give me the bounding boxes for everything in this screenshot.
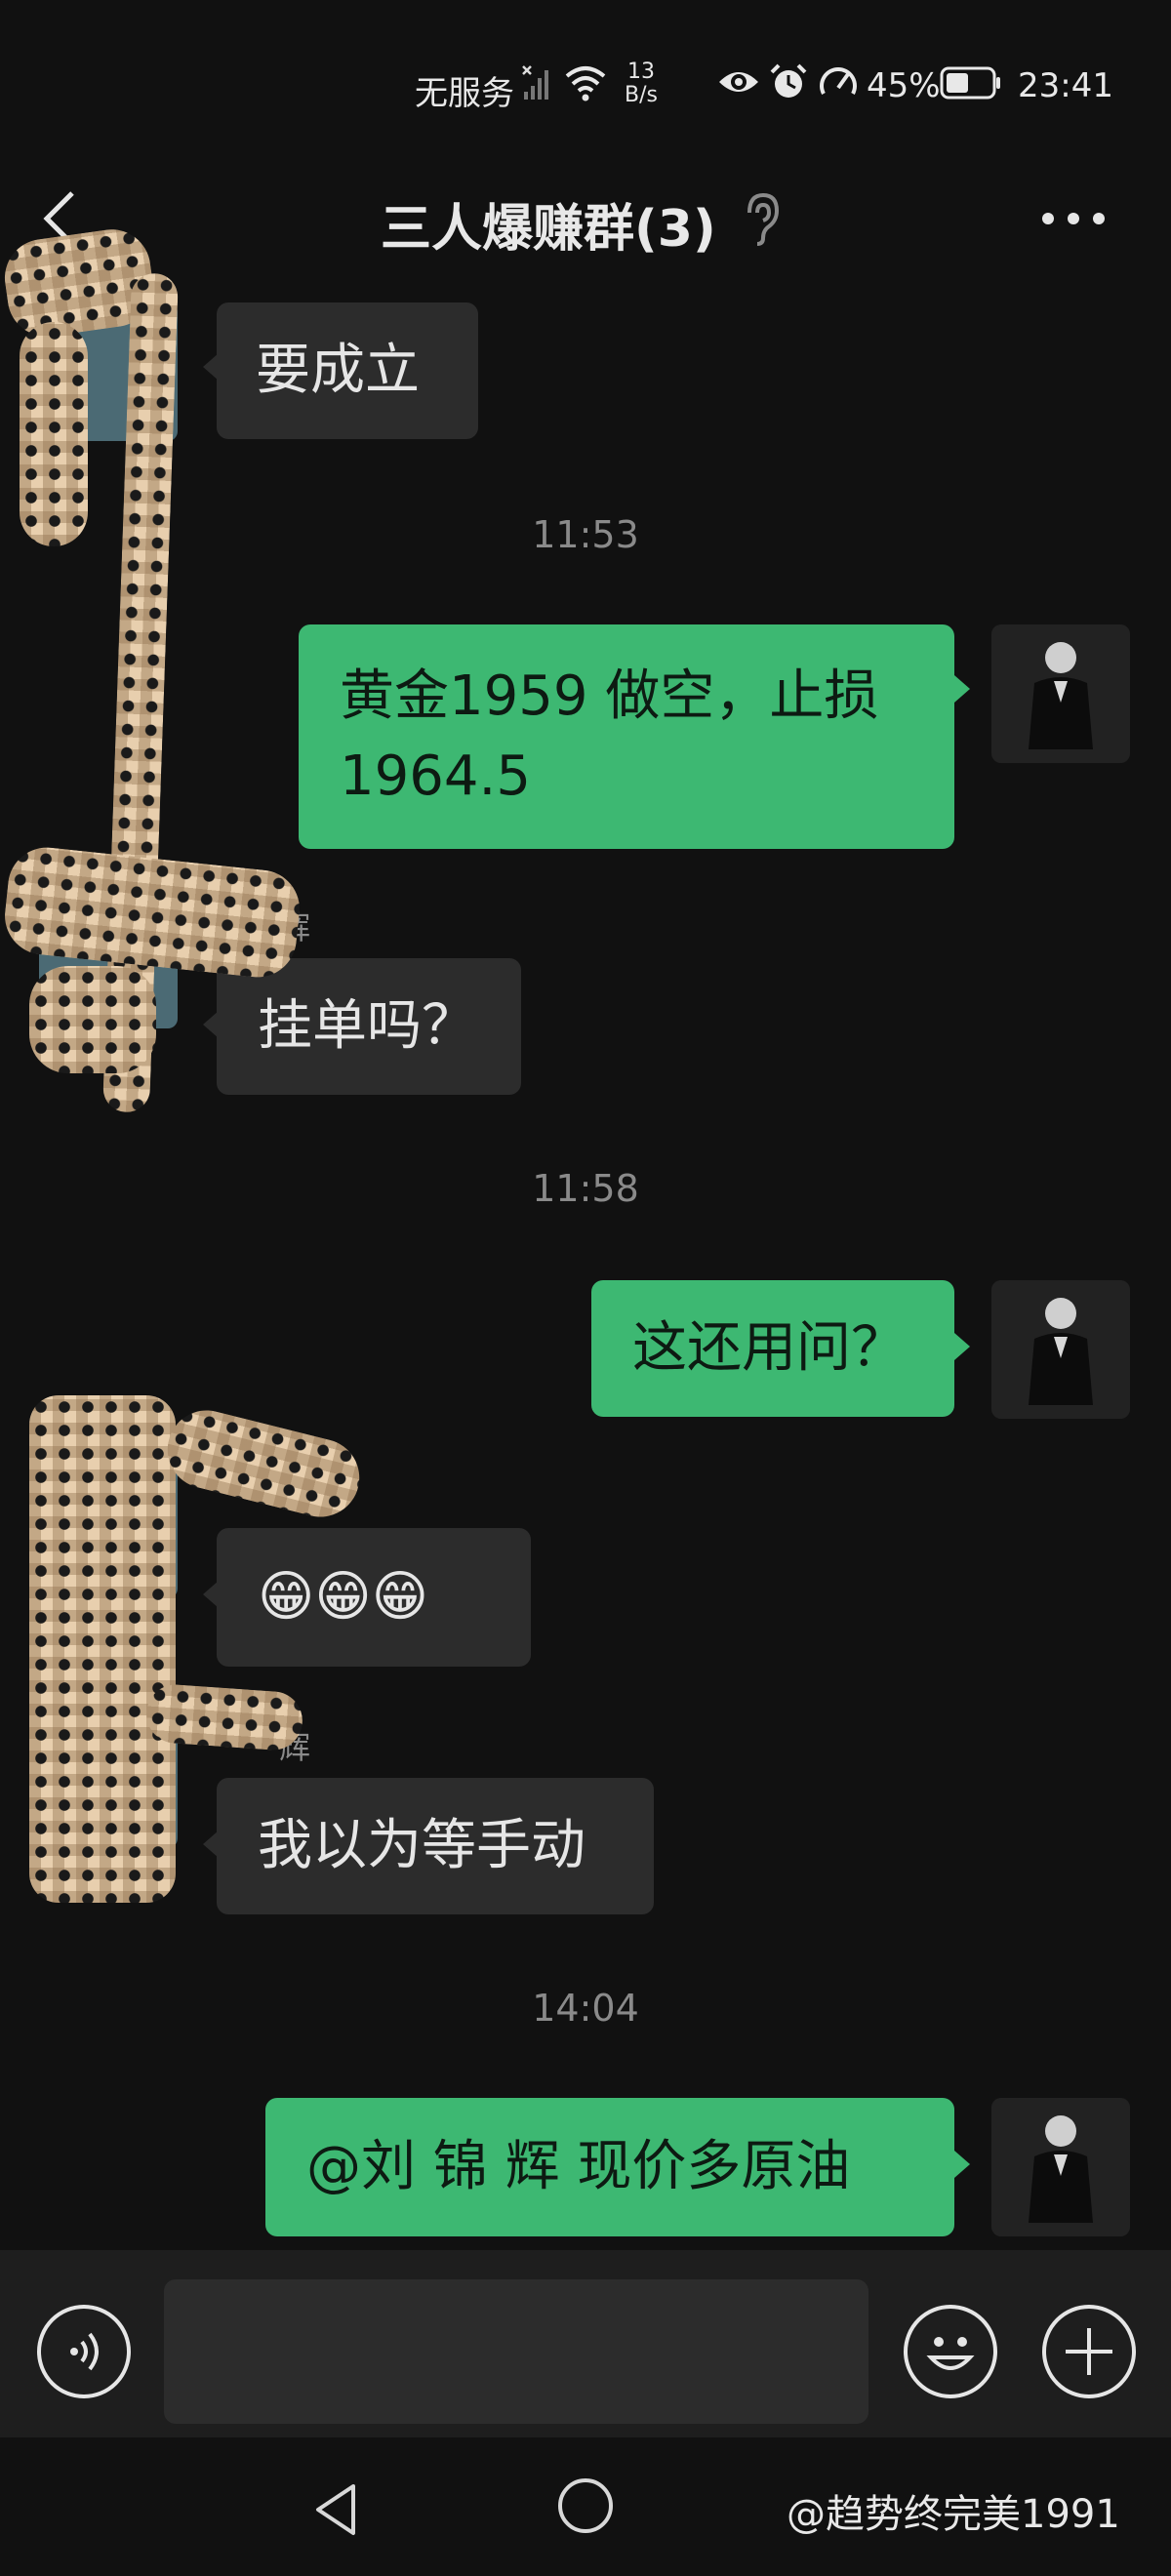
outgoing-message[interactable]: 黄金1959 做空，止损 1964.5 [299,624,954,849]
bubble-tail [954,1333,970,1360]
plus-icon [1066,2328,1112,2375]
status-bar: 无服务 13 B/s 45% 23:41 [0,0,1171,176]
incoming-message[interactable]: 我以为等手动 [217,1778,654,1914]
redaction-scribble [144,1682,304,1752]
plus-button[interactable] [1042,2305,1136,2398]
timestamp: 11:58 [532,1167,639,1210]
network-speed: 13 B/s [625,60,658,107]
more-dots-icon[interactable] [1038,207,1109,230]
carrier-status: 无服务 [415,74,514,113]
alarm-icon [770,63,807,98]
my-avatar[interactable] [991,624,1130,763]
message-text: 这还用问？ [632,1316,906,1380]
ear-icon [747,192,780,246]
voice-button[interactable] [37,2305,131,2398]
outgoing-message[interactable]: 这还用问？ [591,1280,954,1417]
my-avatar[interactable] [991,2098,1130,2236]
eye-icon [719,72,758,92]
incoming-message[interactable]: 😁😁😁 [217,1528,531,1667]
outgoing-message[interactable]: @刘 锦 辉 现价多原油 [265,2098,954,2236]
message-text-line-2: 1964.5 [340,745,531,808]
nav-home-icon[interactable] [558,2478,613,2533]
chat-header: 三人爆赚群(3) [0,176,1171,263]
signal-icon [522,65,548,100]
redaction-scribble [29,966,156,1073]
message-text-line-1: 黄金1959 做空，止损 [340,664,879,728]
message-text: @刘 锦 辉 现价多原油 [306,2135,851,2198]
message-text: 要成立 [256,339,420,402]
my-avatar[interactable] [991,1280,1130,1419]
person-in-suit-icon [991,1280,1130,1419]
person-in-suit-icon [991,624,1130,763]
battery-percent: 45% [867,66,941,105]
emoji-icon [926,2337,975,2370]
redaction-scribble [20,322,88,546]
voice-icon [70,2332,99,2371]
message-emoji: 😁😁😁 [258,1565,429,1629]
clock: 23:41 [1018,66,1113,105]
message-text: 挂单吗？ [258,994,476,1058]
message-input[interactable] [164,2279,868,2424]
network-speed-unit: B/s [625,83,658,107]
chat-title[interactable]: 三人爆赚群(3) [381,187,716,261]
battery-icon [940,66,1000,100]
message-text: 我以为等手动 [258,1814,586,1877]
wifi-icon [565,66,606,101]
speedometer-icon [820,67,857,95]
incoming-message[interactable]: 挂单吗？ [217,958,521,1095]
emoji-button[interactable] [904,2305,997,2398]
watermark: @趋势终完美1991 [787,2492,1120,2537]
timestamp: 11:53 [532,513,639,556]
network-speed-value: 13 [626,60,655,84]
bubble-tail [954,675,970,703]
input-bar [0,2250,1171,2437]
timestamp: 14:04 [532,1987,639,2030]
incoming-message[interactable]: 要成立 [217,302,478,439]
system-nav-bar: @趋势终完美1991 [0,2437,1171,2576]
redaction-scribble [29,1395,176,1903]
nav-back-icon[interactable] [310,2480,361,2539]
bubble-tail [954,2151,970,2178]
redaction-scribble [159,1401,368,1526]
person-in-suit-icon [991,2098,1130,2236]
